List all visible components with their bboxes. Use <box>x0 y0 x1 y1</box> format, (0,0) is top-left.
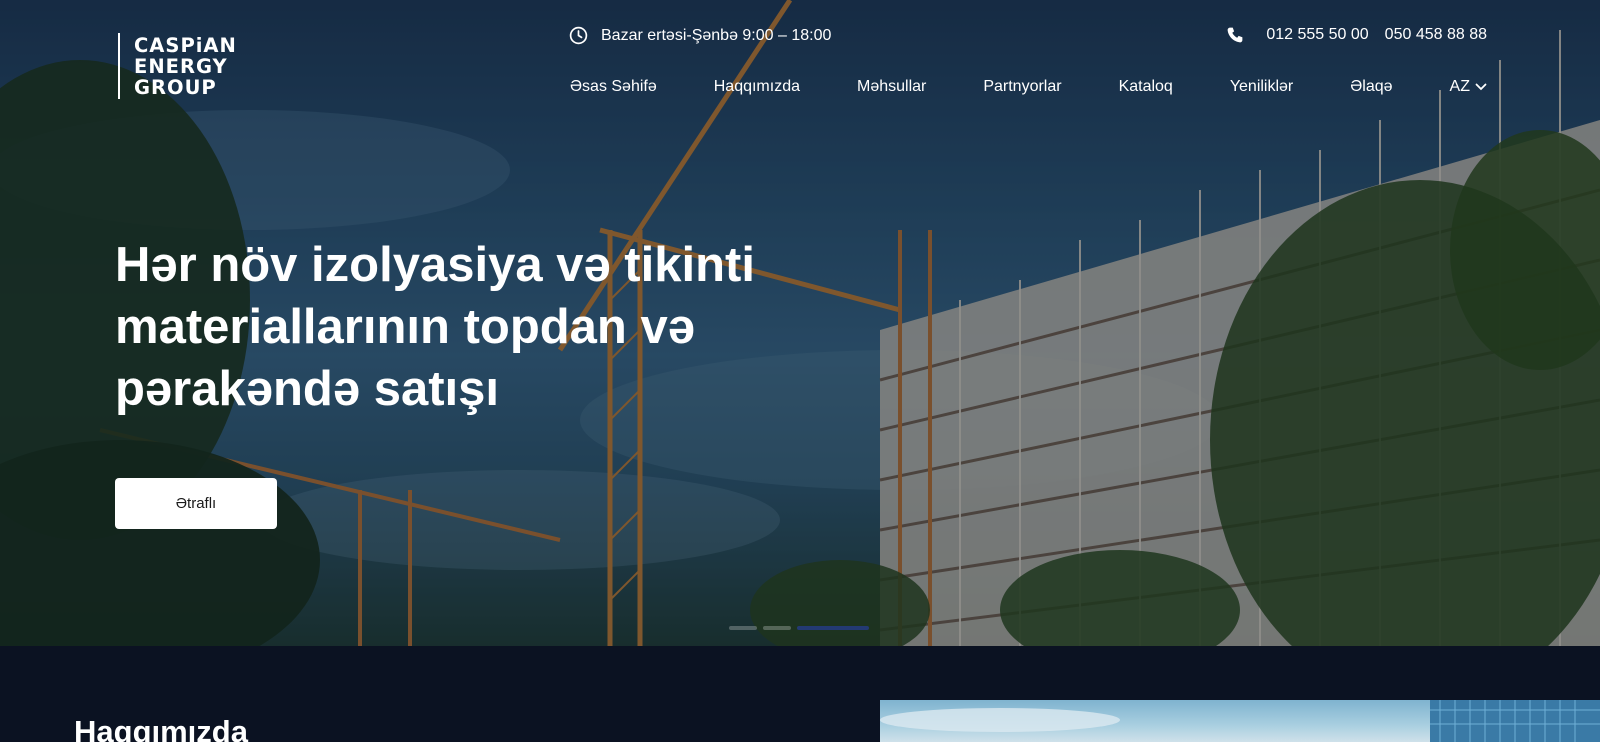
logo-divider <box>118 33 120 99</box>
nav-item-home[interactable]: Əsas Səhifə <box>570 78 657 96</box>
language-selector[interactable]: AZ <box>1450 78 1487 96</box>
nav-item-products[interactable]: Məhsullar <box>857 78 926 96</box>
nav-item-contact[interactable]: Əlaqə <box>1350 78 1392 96</box>
nav-item-catalog[interactable]: Kataloq <box>1119 78 1173 96</box>
slide-indicator-1[interactable] <box>729 626 757 630</box>
contact-phones: 012 555 50 00 050 458 88 88 <box>1226 26 1487 44</box>
logo-line-1: CASPiAN <box>134 33 237 57</box>
building-image <box>880 700 1600 742</box>
hero-title: Hər növ izolyasiya və tikinti materialla… <box>115 238 755 416</box>
about-section: Haqqımızda <box>0 646 1600 742</box>
slide-indicator-2[interactable] <box>763 626 791 630</box>
language-label: AZ <box>1449 78 1470 95</box>
about-section-title: Haqqımızda <box>74 714 248 742</box>
nav-item-partners[interactable]: Partnyorlar <box>983 78 1061 96</box>
brand-logo[interactable]: CASPiAN ENERGY GROUP <box>118 33 237 99</box>
nav-item-news[interactable]: Yeniliklər <box>1230 78 1293 96</box>
phone-link-2[interactable]: 050 458 88 88 <box>1385 26 1487 44</box>
hero-banner: CASPiAN ENERGY GROUP Bazar ertəsi-Şənbə … <box>0 0 1600 646</box>
logo-line-2: ENERGY <box>134 54 228 78</box>
about-image <box>880 700 1600 742</box>
working-hours-text: Bazar ertəsi-Şənbə 9:00 – 18:00 <box>601 26 832 44</box>
slide-indicator-3[interactable] <box>797 626 869 630</box>
main-navigation: Əsas Səhifə Haqqımızda Məhsullar Partnyo… <box>570 78 1487 96</box>
logo-line-3: GROUP <box>134 75 217 99</box>
working-hours: Bazar ertəsi-Şənbə 9:00 – 18:00 <box>569 26 831 45</box>
nav-item-about[interactable]: Haqqımızda <box>714 78 800 96</box>
more-button[interactable]: Ətraflı <box>115 478 277 529</box>
logo-wordmark: CASPiAN ENERGY GROUP <box>134 35 237 98</box>
phone-link-1[interactable]: 012 555 50 00 <box>1266 26 1368 44</box>
phone-icon <box>1227 27 1243 43</box>
chevron-down-icon <box>1475 83 1487 91</box>
slider-indicators <box>729 626 875 630</box>
clock-icon <box>569 26 588 45</box>
